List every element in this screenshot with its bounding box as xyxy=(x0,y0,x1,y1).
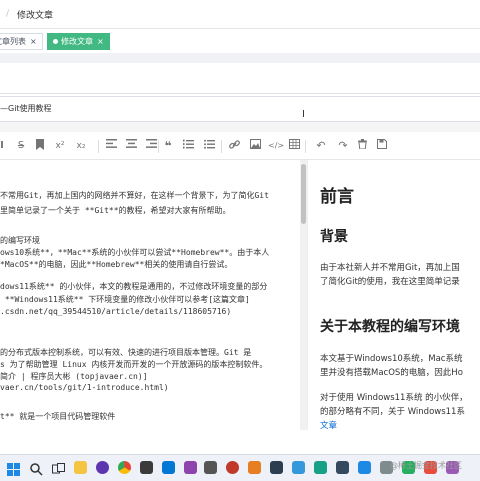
app-icon[interactable] xyxy=(96,461,109,474)
preview-paragraph: 的部分略有不同，关于 Windows11系 xyxy=(320,407,465,417)
heading-center-icon[interactable] xyxy=(124,139,138,153)
markdown-editor[interactable]: 不常用Git，再加上国内的网络并不算好，在这样一个背景下，为了简化Git 里简单… xyxy=(0,160,300,430)
quote-icon[interactable]: ❝ xyxy=(161,139,175,153)
app-icon[interactable] xyxy=(270,461,283,474)
spacer xyxy=(0,53,480,63)
code-icon[interactable]: </> xyxy=(268,139,284,153)
tags-bar: 文章列表 × 修改文章 × xyxy=(0,28,480,54)
preview-paragraph: 本文基于Windows10系统，Mac系统 xyxy=(320,354,463,364)
app-icon[interactable] xyxy=(204,461,217,474)
editor-line: dows11系统** 的小伙伴，本文的教程是通用的，不过修改环境变量的部分 xyxy=(0,282,268,291)
editor-line: **Windows11系统** 下环境变量的修改小伙伴可以参考[这篇文章] xyxy=(0,295,250,304)
editor-line: s 为了帮助管理 Linux 内核开发而开发的一个开放源码的版本控制软件。 xyxy=(0,360,268,369)
preview-paragraph: 由于本社新人并不常用Git，再加上国 xyxy=(320,263,460,273)
editor-line: .csdn.net/qq_39544510/article/details/11… xyxy=(0,307,232,316)
preview-paragraph: 了简化Git的使用，我在这里简单记录 xyxy=(320,277,460,287)
editor-line: ows10系统**，**Mac**系统的小伙伴可以尝试**Homebrew**。… xyxy=(0,248,270,257)
heading-left-icon[interactable] xyxy=(104,139,118,153)
top-input-field[interactable] xyxy=(0,63,480,94)
editor-line: 不常用Git，再加上国内的网络并不算好，在这样一个背景下，为了简化Git xyxy=(0,191,269,200)
app-icon[interactable] xyxy=(184,461,197,474)
breadcrumb: / 修改文章 xyxy=(0,0,480,28)
terminal-icon[interactable] xyxy=(140,461,153,474)
ibeam-cursor-icon: I xyxy=(302,109,305,120)
trash-icon[interactable] xyxy=(355,139,369,153)
toolbar-divider xyxy=(158,140,159,153)
undo-icon[interactable]: ↶ xyxy=(314,139,328,153)
tag-label: 修改文章 xyxy=(61,37,93,46)
vscode-icon[interactable] xyxy=(358,461,371,474)
preview-h2-env: 关于本教程的编写环境 xyxy=(320,319,460,335)
editor-line: vaer.cn/tools/git/1-introduce.html) xyxy=(0,383,169,392)
table-icon[interactable] xyxy=(287,139,301,153)
watermark: @稀土掘金技术社区 xyxy=(390,461,462,470)
app-icon[interactable] xyxy=(226,461,239,474)
close-icon[interactable]: × xyxy=(97,37,104,46)
bold-icon[interactable]: I xyxy=(0,139,9,153)
save-icon[interactable] xyxy=(375,139,389,153)
task-view-icon[interactable] xyxy=(52,461,65,474)
preview-paragraph: 对于使用 Windows11系统 的小伙伴， xyxy=(320,393,468,403)
editor-toolbar: I S x² x₂ ❝ </> ↶ ↷ xyxy=(0,133,480,160)
editor-scrollbar[interactable] xyxy=(300,160,307,430)
windows-start-icon[interactable] xyxy=(7,461,20,476)
preview-h2-background: 背景 xyxy=(320,229,348,245)
scrollbar-thumb[interactable] xyxy=(301,164,306,224)
chrome-icon[interactable] xyxy=(118,461,131,474)
search-icon[interactable] xyxy=(30,461,43,476)
editor-line: t** 就是一个项目代码管理软件 xyxy=(0,412,116,421)
superscript-icon[interactable]: x² xyxy=(53,139,67,153)
editor-line: 的编写环境 xyxy=(0,236,40,245)
editor-line: 里简单记录了一个关于 **Git**的教程，希望对大家有所帮助。 xyxy=(0,206,231,215)
image-icon[interactable] xyxy=(248,139,262,153)
preview-h1: 前言 xyxy=(320,187,354,207)
spacer xyxy=(0,122,480,132)
tag-edit-article[interactable]: 修改文章 × xyxy=(47,33,110,50)
toolbar-divider xyxy=(98,140,99,153)
align-icon[interactable] xyxy=(144,139,158,153)
toolbar-divider xyxy=(305,140,306,153)
ordered-list-icon[interactable] xyxy=(181,139,195,153)
app-icon[interactable] xyxy=(292,461,305,474)
app-icon[interactable] xyxy=(314,461,327,474)
preview-link[interactable]: 文章 xyxy=(320,419,337,430)
markdown-preview: 前言 背景 由于本社新人并不常用Git，再加上国 了简化Git的使用，我在这里简… xyxy=(307,160,480,430)
editor-line: *MacOS**的电脑，因此**Homebrew**相关的使用请自行尝试。 xyxy=(0,260,233,269)
strikethrough-icon[interactable]: S xyxy=(14,139,28,153)
breadcrumb-separator: / xyxy=(6,9,10,19)
app-icon[interactable] xyxy=(248,461,261,474)
editor-line: 的分布式版本控制系统，可以有效、快速的进行项目版本管理。Git 是 xyxy=(0,348,252,357)
file-explorer-icon[interactable] xyxy=(74,461,87,474)
app-icon[interactable] xyxy=(336,461,349,474)
subscript-icon[interactable]: x₂ xyxy=(74,139,88,153)
editor-line: 简介 | 程序员大彬 (topjavaer.cn)] xyxy=(0,372,148,381)
link-icon[interactable] xyxy=(227,139,241,153)
tag-label: 文章列表 xyxy=(0,37,26,46)
app-icon[interactable] xyxy=(162,461,175,474)
title-input-value: —Git使用教程 xyxy=(0,104,52,113)
close-icon[interactable]: × xyxy=(30,37,37,46)
title-input[interactable]: —Git使用教程 xyxy=(0,96,480,122)
bookmark-icon[interactable] xyxy=(33,139,47,153)
tag-article-list[interactable]: 文章列表 × xyxy=(0,33,43,50)
redo-icon[interactable]: ↷ xyxy=(336,139,350,153)
active-dot-icon xyxy=(53,39,58,44)
toolbar-divider xyxy=(221,140,222,153)
preview-paragraph: 里并没有搭载MacOS的电脑，因此Ho xyxy=(320,368,463,378)
unordered-list-icon[interactable] xyxy=(202,139,216,153)
breadcrumb-current: 修改文章 xyxy=(17,10,54,21)
